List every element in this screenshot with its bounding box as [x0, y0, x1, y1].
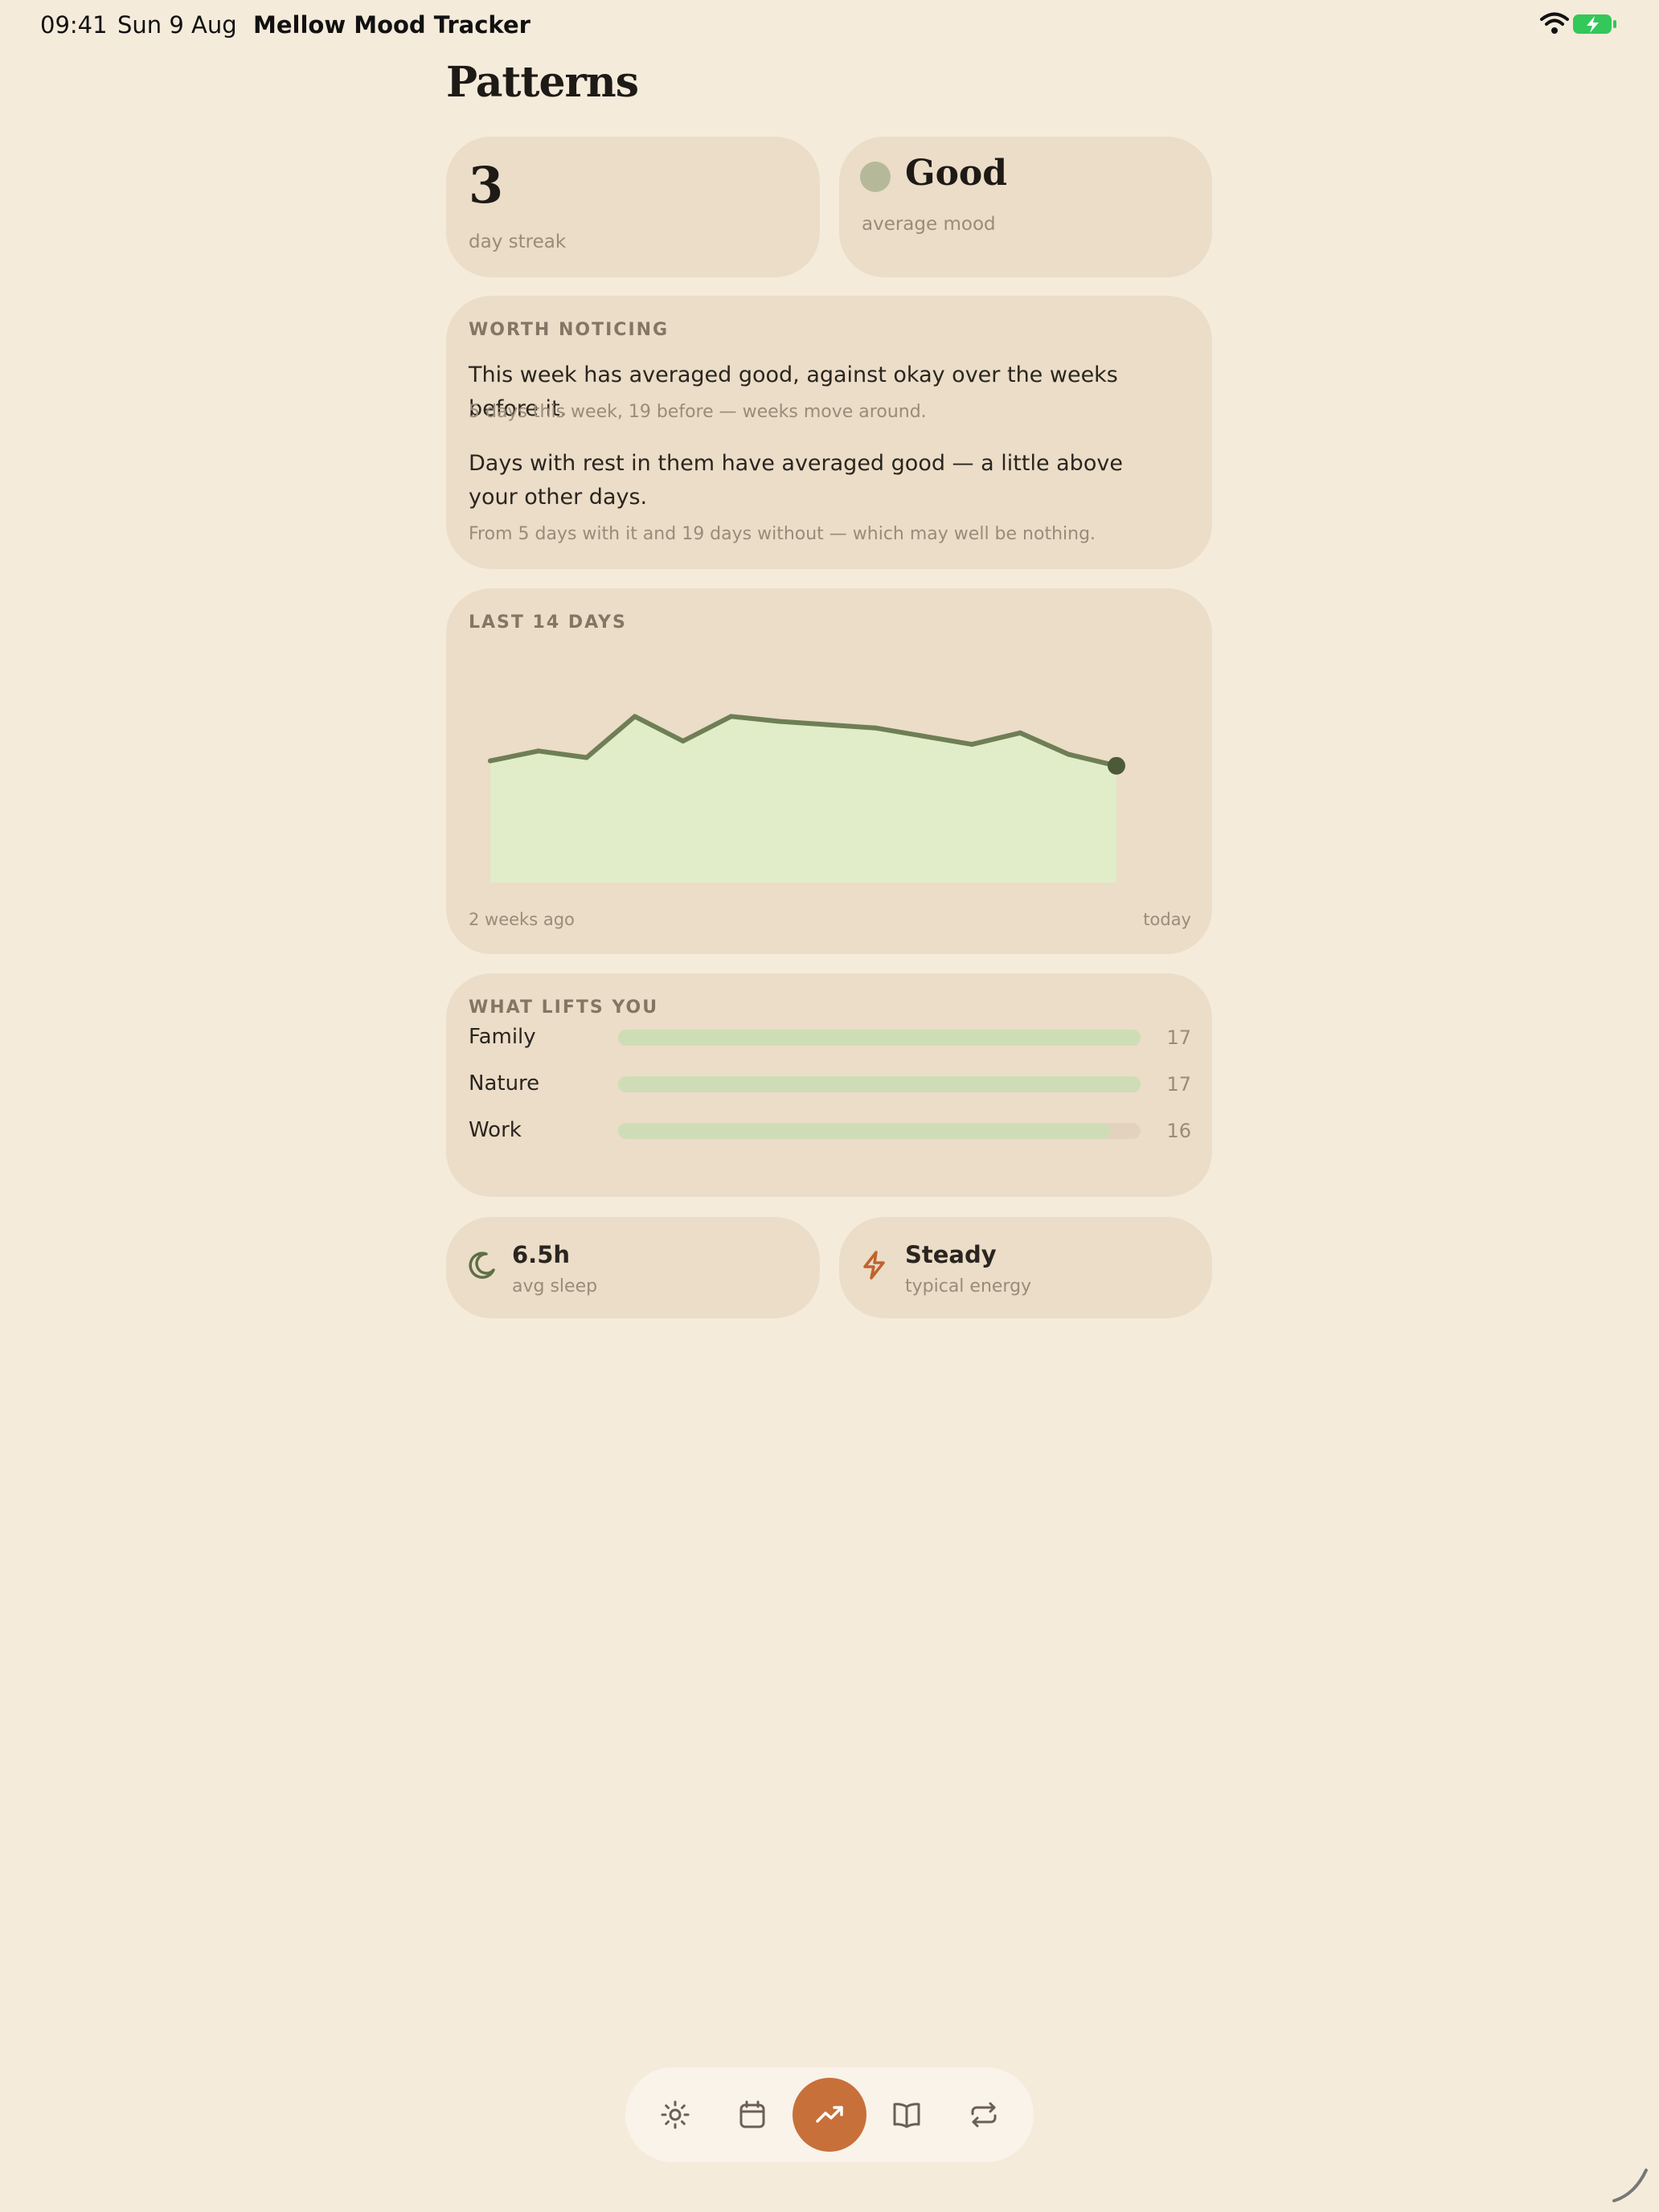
lifts-heading: WHAT LIFTS YOU: [469, 997, 659, 1018]
trend-chart: [488, 714, 1125, 883]
data-point: [584, 755, 589, 760]
data-point: [873, 725, 879, 731]
lift-name: Nature: [469, 1071, 540, 1096]
energy-card: Steady typical energy: [839, 1217, 1212, 1318]
data-point: [680, 739, 686, 744]
moon-icon: [469, 1251, 495, 1279]
lift-bar-fill: [618, 1123, 1110, 1139]
status-bar: 09:41 Sun 9 Aug Mellow Mood Tracker: [0, 0, 1659, 51]
nav-routines-button[interactable]: [948, 2079, 1019, 2150]
sun-icon: [661, 2100, 690, 2129]
data-point: [825, 722, 830, 727]
insight-detail: From 5 days with it and 19 days without …: [469, 524, 1096, 544]
nav-today-button[interactable]: [640, 2079, 711, 2150]
insight-text: Days with rest in them have averaged goo…: [469, 451, 1123, 510]
streak-card: 3 day streak: [446, 137, 820, 277]
bottom-nav: [625, 2067, 1034, 2162]
trend-card: LAST 14 DAYS 2 weeks ago today: [446, 588, 1212, 954]
mood-dot: [860, 162, 891, 192]
calendar-icon: [739, 2100, 765, 2128]
streak-label: day streak: [469, 231, 567, 252]
lift-bar-track: [618, 1076, 1141, 1092]
trending-up-icon: [816, 2106, 843, 2123]
lightning-icon: [863, 1251, 885, 1280]
data-point: [1066, 752, 1071, 757]
sleep-value: 6.5h: [512, 1241, 571, 1268]
lift-bar-track: [618, 1030, 1141, 1046]
wifi-icon: [1540, 12, 1569, 34]
data-point: [488, 758, 493, 764]
battery-charging-icon: [1573, 14, 1616, 34]
status-time: 09:41: [40, 11, 108, 39]
average-mood-card: Good average mood: [839, 137, 1212, 277]
lift-name: Family: [469, 1025, 536, 1049]
nav-patterns-button[interactable]: [793, 2078, 866, 2152]
energy-label: typical energy: [905, 1276, 1032, 1296]
resize-handle-icon: [1612, 2169, 1648, 2202]
energy-value: Steady: [905, 1241, 997, 1268]
sleep-card: 6.5h avg sleep: [446, 1217, 820, 1318]
x-axis-start-label: 2 weeks ago: [469, 910, 575, 929]
x-axis-end-label: today: [1143, 910, 1191, 929]
lift-name: Work: [469, 1118, 522, 1142]
data-point: [632, 714, 637, 719]
status-date: Sun 9 Aug: [117, 11, 237, 39]
data-point: [728, 714, 734, 719]
repeat-icon: [971, 2102, 997, 2128]
trend-area: [490, 716, 1116, 883]
book-icon: [893, 2103, 920, 2128]
nav-journal-button[interactable]: [871, 2079, 942, 2150]
data-point: [969, 742, 975, 748]
data-point: [776, 719, 782, 724]
status-app-name: Mellow Mood Tracker: [253, 11, 530, 39]
worth-noticing-card: WORTH NOTICING This week has averaged go…: [446, 296, 1212, 569]
worth-noticing-heading: WORTH NOTICING: [469, 320, 670, 340]
today-point: [1108, 756, 1125, 775]
streak-value: 3: [469, 156, 504, 215]
lift-count: 17: [1166, 1073, 1191, 1096]
data-point: [921, 733, 927, 739]
average-mood-value: Good: [905, 153, 1008, 194]
sleep-label: avg sleep: [512, 1276, 598, 1296]
lift-bar-fill: [618, 1030, 1141, 1046]
average-mood-label: average mood: [862, 214, 996, 235]
lift-count: 17: [1166, 1026, 1191, 1049]
data-point: [535, 748, 541, 754]
lift-bar-fill: [618, 1076, 1141, 1092]
lifts-card: WHAT LIFTS YOU Family 17 Nature 17 Work 16: [446, 973, 1212, 1197]
lift-count: 16: [1166, 1120, 1191, 1142]
lift-bar-track: [618, 1123, 1141, 1139]
page-title: Patterns: [446, 58, 639, 107]
insight-detail: 5 days this week, 19 before — weeks move…: [469, 402, 927, 422]
nav-calendar-button[interactable]: [717, 2079, 788, 2150]
data-point: [1018, 730, 1023, 735]
